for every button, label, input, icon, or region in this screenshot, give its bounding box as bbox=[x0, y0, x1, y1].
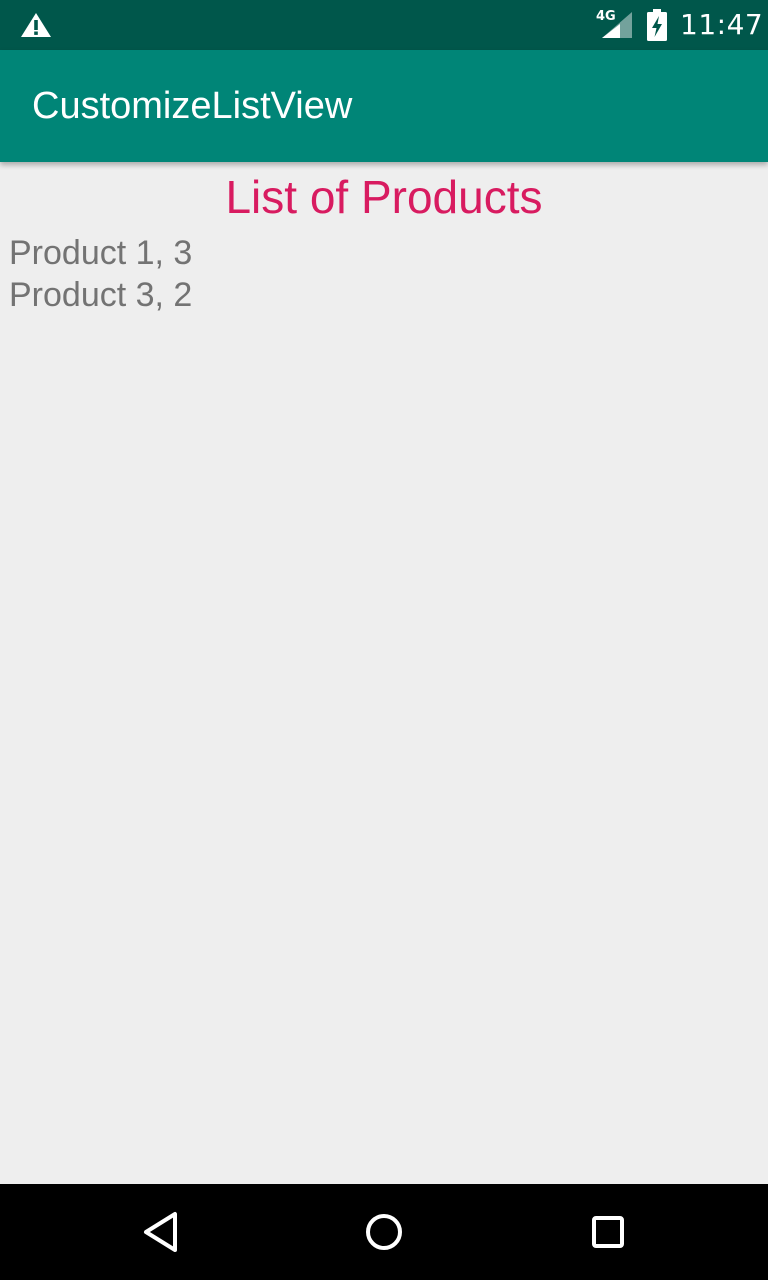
main-content: List of Products Product 1, 3 Product 3,… bbox=[0, 162, 768, 1184]
list-heading: List of Products bbox=[225, 171, 543, 223]
list-item[interactable]: Product 1, 3 bbox=[9, 232, 192, 274]
product-list: Product 1, 3 Product 3, 2 bbox=[9, 232, 192, 316]
home-circle-icon bbox=[366, 1214, 402, 1250]
list-item[interactable]: Product 3, 2 bbox=[9, 274, 192, 316]
navigation-bar bbox=[0, 1184, 768, 1280]
status-time: 11:47 bbox=[680, 8, 764, 41]
home-button[interactable] bbox=[336, 1184, 432, 1280]
warning-icon bbox=[21, 13, 51, 37]
battery-charging-icon bbox=[647, 9, 667, 41]
app-bar: CustomizeListView bbox=[0, 50, 768, 162]
back-triangle-icon bbox=[144, 1212, 177, 1252]
recents-square-icon bbox=[592, 1216, 624, 1248]
cell-signal-icon bbox=[602, 12, 632, 38]
recents-button[interactable] bbox=[560, 1184, 656, 1280]
app-title: CustomizeListView bbox=[32, 85, 353, 127]
status-bar: 4G 11:47 bbox=[0, 0, 768, 50]
back-button[interactable] bbox=[112, 1184, 208, 1280]
